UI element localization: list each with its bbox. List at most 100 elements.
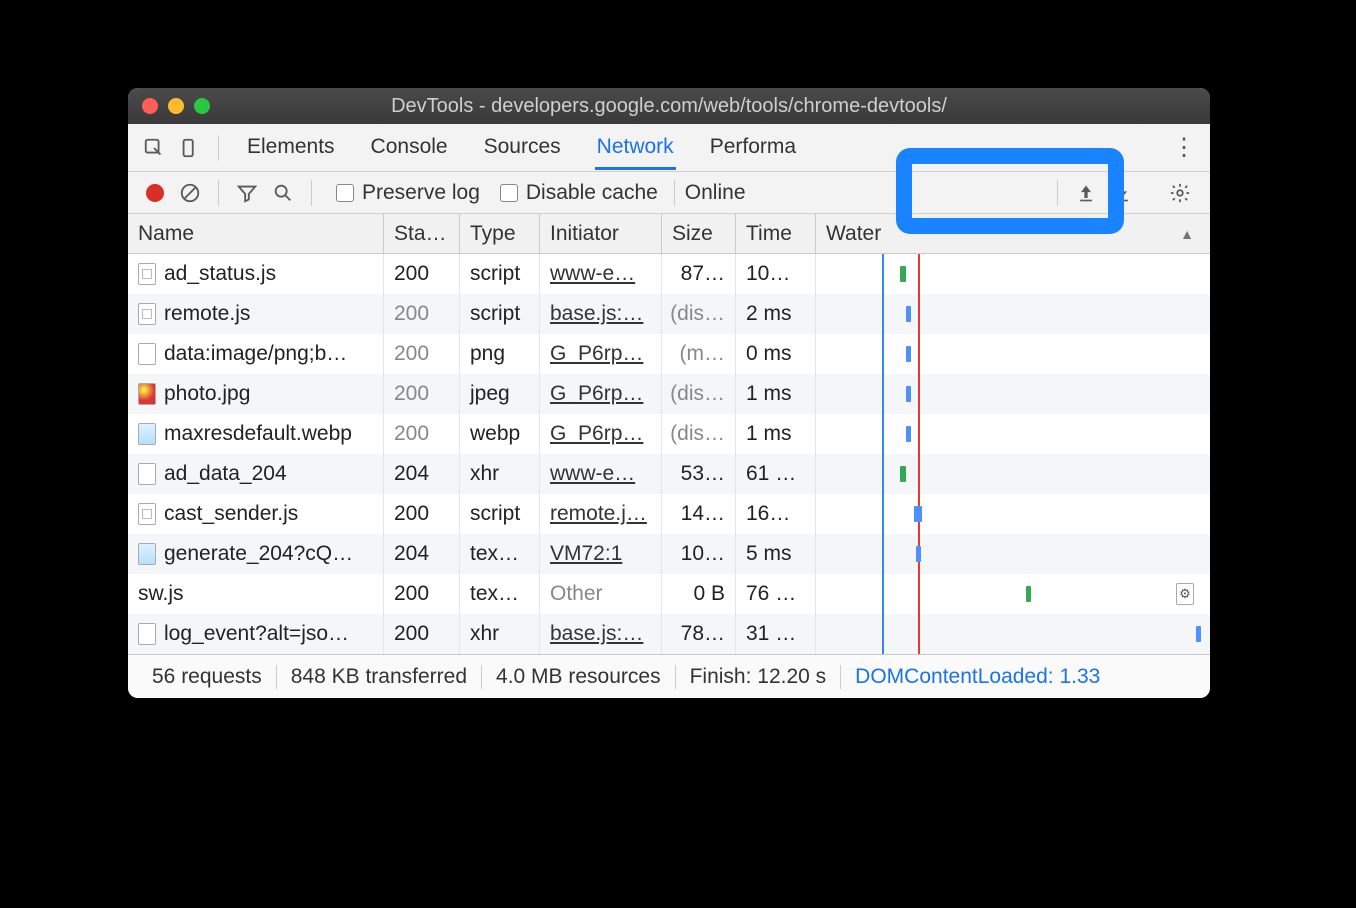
cell-waterfall bbox=[816, 294, 1210, 334]
column-header-initiator[interactable]: Initiator bbox=[540, 214, 662, 253]
devtools-window: DevTools - developers.google.com/web/too… bbox=[128, 88, 1210, 698]
cell-time: 61 … bbox=[736, 454, 816, 494]
summary-requests: 56 requests bbox=[138, 665, 277, 689]
preserve-log-checkbox[interactable] bbox=[336, 184, 354, 202]
request-row[interactable]: remote.js200scriptbase.js:…(dis…2 ms bbox=[128, 294, 1210, 334]
cell-status: 200 bbox=[384, 374, 460, 414]
cell-initiator[interactable]: VM72:1 bbox=[540, 534, 662, 574]
load-line bbox=[918, 294, 920, 334]
request-row[interactable]: sw.js200tex…Other0 B76 … bbox=[128, 574, 1210, 614]
column-header-type[interactable]: Type bbox=[460, 214, 540, 253]
cell-type: png bbox=[460, 334, 540, 374]
cell-initiator[interactable]: base.js:… bbox=[540, 614, 662, 654]
domcontentloaded-line bbox=[882, 614, 884, 654]
request-row[interactable]: ad_status.js200scriptwww-e…87…10… bbox=[128, 254, 1210, 294]
cell-size: (dis… bbox=[662, 294, 736, 334]
close-window-button[interactable] bbox=[142, 98, 158, 114]
file-type-icon bbox=[138, 543, 156, 565]
cell-initiator[interactable]: G_P6rp… bbox=[540, 414, 662, 454]
request-row[interactable]: ad_data_204204xhrwww-e…53…61 … bbox=[128, 454, 1210, 494]
domcontentloaded-line bbox=[882, 294, 884, 334]
cell-initiator[interactable]: Other bbox=[540, 574, 662, 614]
throttling-select[interactable]: Online bbox=[685, 181, 746, 205]
waterfall-label: Water bbox=[826, 222, 881, 246]
more-menu-icon[interactable]: ⋮ bbox=[1172, 133, 1196, 162]
cell-initiator[interactable]: base.js:… bbox=[540, 294, 662, 334]
cell-size: 14… bbox=[662, 494, 736, 534]
cell-waterfall bbox=[816, 454, 1210, 494]
cell-initiator[interactable]: www-e… bbox=[540, 454, 662, 494]
cell-status: 200 bbox=[384, 294, 460, 334]
cell-time: 76 … bbox=[736, 574, 816, 614]
minimize-window-button[interactable] bbox=[168, 98, 184, 114]
waterfall-bar bbox=[1196, 626, 1201, 642]
load-line bbox=[918, 454, 920, 494]
record-button[interactable] bbox=[146, 184, 164, 202]
preserve-log-label: Preserve log bbox=[362, 181, 480, 205]
cell-size: 53… bbox=[662, 454, 736, 494]
tab-performance[interactable]: Performa bbox=[708, 125, 798, 170]
cell-size: (dis… bbox=[662, 374, 736, 414]
column-header-size[interactable]: Size bbox=[662, 214, 736, 253]
divider bbox=[311, 180, 312, 206]
device-toggle-icon[interactable] bbox=[176, 134, 204, 162]
cell-type: xhr bbox=[460, 614, 540, 654]
cell-size: 10… bbox=[662, 534, 736, 574]
request-name: ad_data_204 bbox=[164, 462, 287, 486]
cell-waterfall bbox=[816, 574, 1210, 614]
cell-time: 1 ms bbox=[736, 374, 816, 414]
request-row[interactable]: log_event?alt=jso…200xhrbase.js:…78…31 … bbox=[128, 614, 1210, 654]
summary-transferred: 848 KB transferred bbox=[277, 665, 482, 689]
cell-waterfall bbox=[816, 374, 1210, 414]
cell-name: ad_data_204 bbox=[128, 454, 384, 494]
traffic-lights bbox=[142, 98, 210, 114]
cell-initiator[interactable]: www-e… bbox=[540, 254, 662, 294]
disable-cache-label: Disable cache bbox=[526, 181, 658, 205]
request-row[interactable]: cast_sender.js200scriptremote.j…14…16… bbox=[128, 494, 1210, 534]
domcontentloaded-line bbox=[882, 494, 884, 534]
load-line bbox=[918, 574, 920, 614]
request-name: photo.jpg bbox=[164, 382, 250, 406]
column-header-name[interactable]: Name bbox=[128, 214, 384, 253]
waterfall-bar bbox=[1026, 586, 1031, 602]
search-icon[interactable] bbox=[269, 179, 297, 207]
file-type-icon bbox=[138, 503, 156, 525]
tab-console[interactable]: Console bbox=[369, 125, 450, 170]
filter-icon[interactable] bbox=[233, 179, 261, 207]
divider bbox=[218, 135, 219, 161]
load-line bbox=[918, 254, 920, 294]
domcontentloaded-line bbox=[882, 414, 884, 454]
cell-type: tex… bbox=[460, 534, 540, 574]
status-bar: 56 requests 848 KB transferred 4.0 MB re… bbox=[128, 654, 1210, 698]
tab-sources[interactable]: Sources bbox=[482, 125, 563, 170]
request-name: data:image/png;b… bbox=[164, 342, 347, 366]
load-line bbox=[918, 374, 920, 414]
inspect-icon[interactable] bbox=[140, 134, 168, 162]
column-header-time[interactable]: Time bbox=[736, 214, 816, 253]
domcontentloaded-line bbox=[882, 374, 884, 414]
settings-icon[interactable] bbox=[1166, 179, 1194, 207]
cell-name: sw.js bbox=[128, 574, 384, 614]
request-row[interactable]: generate_204?cQ…204tex…VM72:110…5 ms bbox=[128, 534, 1210, 574]
cell-initiator[interactable]: G_P6rp… bbox=[540, 374, 662, 414]
column-header-status[interactable]: Sta… bbox=[384, 214, 460, 253]
disable-cache-checkbox[interactable] bbox=[500, 184, 518, 202]
cell-status: 204 bbox=[384, 534, 460, 574]
tab-network[interactable]: Network bbox=[595, 125, 676, 170]
clear-icon[interactable] bbox=[176, 179, 204, 207]
cell-initiator[interactable]: remote.j… bbox=[540, 494, 662, 534]
cell-status: 200 bbox=[384, 334, 460, 374]
domcontentloaded-line bbox=[882, 574, 884, 614]
zoom-window-button[interactable] bbox=[194, 98, 210, 114]
summary-finish: Finish: 12.20 s bbox=[676, 665, 842, 689]
domcontentloaded-line bbox=[882, 454, 884, 494]
cell-initiator[interactable]: G_P6rp… bbox=[540, 334, 662, 374]
cell-time: 31 … bbox=[736, 614, 816, 654]
cell-name: remote.js bbox=[128, 294, 384, 334]
tab-elements[interactable]: Elements bbox=[245, 125, 337, 170]
request-row[interactable]: data:image/png;b…200pngG_P6rp…(m…0 ms bbox=[128, 334, 1210, 374]
request-row[interactable]: maxresdefault.webp200webpG_P6rp…(dis…1 m… bbox=[128, 414, 1210, 454]
request-row[interactable]: photo.jpg200jpegG_P6rp…(dis…1 ms bbox=[128, 374, 1210, 414]
domcontentloaded-line bbox=[882, 534, 884, 574]
cell-waterfall bbox=[816, 614, 1210, 654]
